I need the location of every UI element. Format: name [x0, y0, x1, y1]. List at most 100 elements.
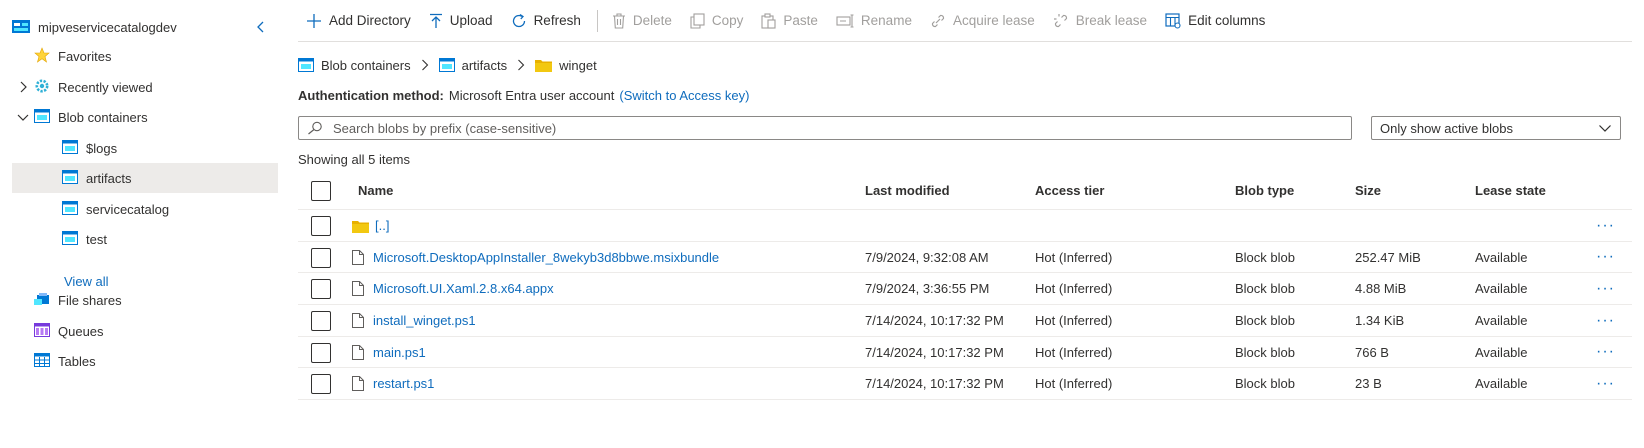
lease-state: Available — [1475, 281, 1528, 296]
blob-name-link[interactable]: Microsoft.DesktopAppInstaller_8wekyb3d8b… — [373, 250, 719, 265]
sidebar-item-blob-containers[interactable]: Blob containers — [12, 102, 278, 132]
row-checkbox[interactable] — [311, 279, 331, 299]
access-tier: Hot (Inferred) — [1035, 344, 1113, 360]
blob-name-link[interactable]: restart.ps1 — [373, 376, 434, 391]
edit-columns-icon — [1165, 12, 1181, 29]
authentication-method: Authentication method: Microsoft Entra u… — [298, 88, 749, 103]
column-header-last-modified[interactable]: Last modified — [865, 172, 950, 209]
more-actions-button[interactable]: ··· — [1596, 210, 1615, 241]
blob-type: Block blob — [1235, 313, 1295, 328]
more-actions-button[interactable]: ··· — [1596, 273, 1615, 304]
blob-name-link[interactable]: install_winget.ps1 — [373, 313, 476, 328]
upload-icon — [429, 13, 442, 28]
sidebar-item-test[interactable]: test — [12, 224, 278, 254]
rename-icon — [836, 13, 854, 28]
last-modified: 7/14/2024, 10:17:32 PM — [865, 344, 1004, 360]
last-modified: 7/14/2024, 10:17:32 PM — [865, 313, 1004, 328]
row-checkbox[interactable] — [311, 311, 331, 331]
column-header-access-tier[interactable]: Access tier — [1035, 172, 1104, 209]
chevron-right-icon[interactable] — [16, 80, 30, 94]
folder-icon — [352, 219, 369, 233]
access-tier: Hot (Inferred) — [1035, 281, 1113, 296]
copy-button[interactable]: Copy — [682, 6, 754, 36]
plus-icon — [307, 13, 321, 28]
command-bar: Add Directory Upload Refresh Delete Copy… — [298, 0, 1632, 42]
row-checkbox[interactable] — [311, 343, 331, 363]
search-input[interactable] — [333, 118, 1351, 138]
queue-icon — [34, 322, 50, 340]
sidebar-item-artifacts[interactable]: artifacts — [12, 163, 278, 193]
row-checkbox[interactable] — [311, 248, 331, 268]
column-header-size[interactable]: Size — [1355, 172, 1381, 209]
access-tier: Hot (Inferred) — [1035, 249, 1113, 265]
chevron-down-icon[interactable] — [16, 110, 30, 124]
file-share-icon — [34, 292, 50, 309]
search-box[interactable] — [298, 116, 1352, 140]
column-header-lease-state[interactable]: Lease state — [1475, 172, 1546, 209]
more-actions-button[interactable]: ··· — [1596, 242, 1615, 272]
storage-account-header: mipveservicecatalogdev — [12, 16, 268, 38]
more-actions-button[interactable]: ··· — [1596, 337, 1615, 367]
chevron-down-icon — [1598, 122, 1612, 137]
sidebar-item-servicecatalog[interactable]: servicecatalog — [12, 194, 278, 224]
collapse-sidebar-icon[interactable] — [252, 18, 268, 36]
break-lease-button[interactable]: Break lease — [1045, 6, 1157, 36]
blob-size: 252.47 MiB — [1355, 249, 1421, 265]
row-checkbox[interactable] — [311, 374, 331, 394]
parent-directory-link[interactable]: [..] — [375, 218, 389, 233]
table-row[interactable]: Microsoft.UI.Xaml.2.8.x64.appx 7/9/2024,… — [298, 273, 1632, 305]
sidebar-item-recently-viewed[interactable]: Recently viewed — [12, 72, 278, 102]
blob-container-icon — [62, 169, 78, 187]
file-icon — [352, 313, 364, 328]
add-directory-button[interactable]: Add Directory — [298, 6, 421, 36]
table-row[interactable]: restart.ps1 7/14/2024, 10:17:32 PM Hot (… — [298, 368, 1632, 400]
blob-name-link[interactable]: Microsoft.UI.Xaml.2.8.x64.appx — [373, 281, 554, 296]
table-row[interactable]: install_winget.ps1 7/14/2024, 10:17:32 P… — [298, 305, 1632, 337]
blob-container-icon — [34, 108, 50, 126]
broken-link-icon — [1053, 13, 1067, 27]
refresh-button[interactable]: Refresh — [503, 6, 591, 36]
breadcrumb-artifacts[interactable]: artifacts — [438, 58, 507, 73]
blob-name-link[interactable]: main.ps1 — [373, 345, 426, 360]
more-actions-button[interactable]: ··· — [1596, 368, 1615, 399]
blob-container-icon — [62, 139, 78, 157]
column-header-name[interactable]: Name — [358, 172, 393, 209]
blob-size: 766 B — [1355, 344, 1389, 360]
switch-to-access-key-link[interactable]: (Switch to Access key) — [619, 88, 749, 103]
table-row[interactable]: Microsoft.DesktopAppInstaller_8wekyb3d8b… — [298, 242, 1632, 273]
sidebar-item-favorites[interactable]: Favorites — [12, 41, 278, 71]
search-icon — [307, 121, 323, 135]
last-modified: 7/9/2024, 3:36:55 PM — [865, 281, 990, 296]
acquire-lease-button[interactable]: Acquire lease — [922, 6, 1045, 36]
blob-type: Block blob — [1235, 344, 1295, 360]
edit-columns-button[interactable]: Edit columns — [1157, 6, 1275, 36]
blob-container-icon — [62, 200, 78, 218]
breadcrumb: Blob containers artifacts winget — [298, 54, 597, 76]
sidebar-item-logs[interactable]: $logs — [12, 133, 278, 163]
file-icon — [352, 249, 364, 265]
rename-button[interactable]: Rename — [828, 6, 922, 36]
more-actions-button[interactable]: ··· — [1596, 305, 1615, 336]
last-modified: 7/14/2024, 10:17:32 PM — [865, 376, 1004, 391]
sidebar-item-tables[interactable]: Tables — [12, 346, 278, 376]
storage-account-icon — [12, 18, 30, 37]
upload-button[interactable]: Upload — [421, 6, 503, 36]
item-count: Showing all 5 items — [298, 152, 410, 167]
table-row[interactable]: main.ps1 7/14/2024, 10:17:32 PM Hot (Inf… — [298, 337, 1632, 368]
sidebar-item-file-shares[interactable]: File shares — [12, 285, 278, 315]
sidebar-item-queues[interactable]: Queues — [12, 316, 278, 346]
trash-icon — [612, 12, 625, 29]
lease-state: Available — [1475, 313, 1528, 328]
column-header-blob-type[interactable]: Blob type — [1235, 172, 1294, 209]
breadcrumb-blob-containers[interactable]: Blob containers — [298, 58, 411, 73]
table-row-parent[interactable]: [..] ··· — [298, 210, 1632, 242]
blob-filter-dropdown[interactable]: Only show active blobs — [1371, 116, 1621, 140]
delete-button[interactable]: Delete — [604, 6, 682, 36]
blob-container-icon — [62, 230, 78, 248]
paste-button[interactable]: Paste — [753, 6, 828, 36]
link-icon — [931, 14, 945, 27]
row-checkbox[interactable] — [311, 216, 331, 236]
blob-table: Name Last modified Access tier Blob type… — [298, 172, 1632, 400]
table-header: Name Last modified Access tier Blob type… — [298, 172, 1632, 210]
select-all-checkbox[interactable] — [311, 181, 331, 201]
